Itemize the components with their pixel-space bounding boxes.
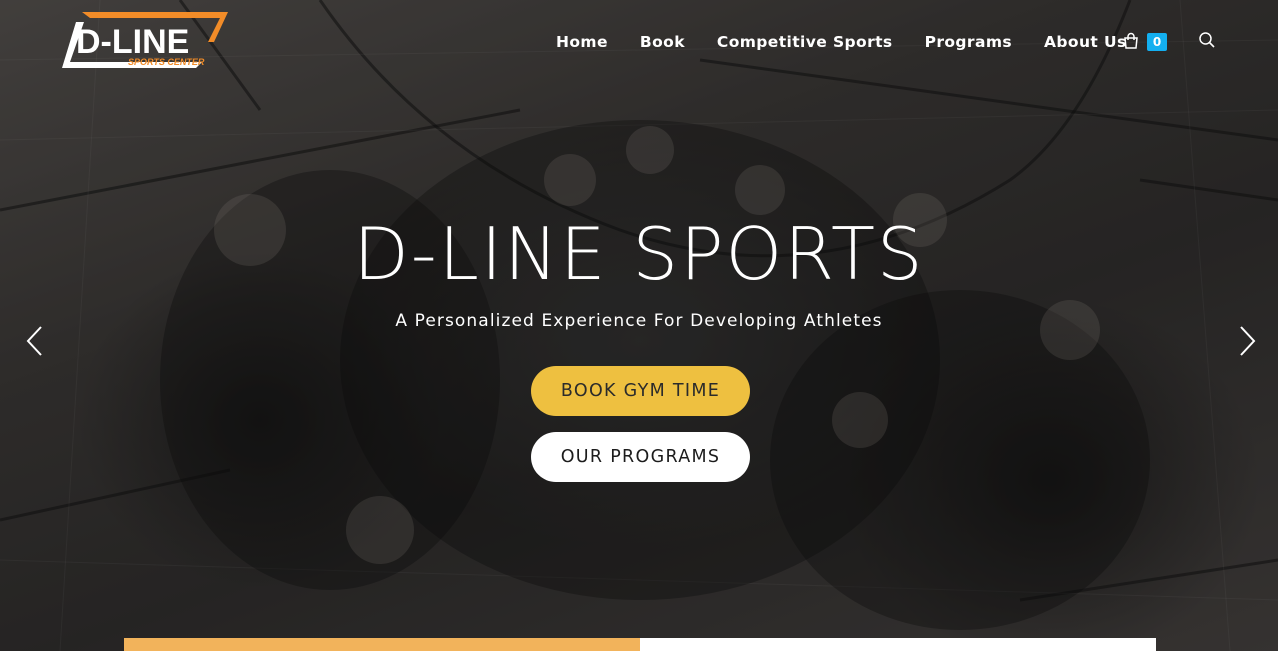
chevron-right-icon [1240,326,1256,356]
slider-prev-button[interactable] [21,323,49,359]
hero-subtitle: A Personalized Experience For Developing… [395,311,883,331]
feature-card-orange [124,638,640,651]
slider-next-button[interactable] [1233,323,1261,359]
logo-main-text: D-LINE [76,23,189,61]
nav-home[interactable]: Home [540,33,624,51]
nav-programs[interactable]: Programs [909,33,1028,51]
our-programs-button[interactable]: OUR PROGRAMS [531,432,750,482]
hero-slider: D-LINE SPORTS CENTER Home Book Competiti… [0,0,1278,651]
chevron-left-icon [26,326,42,356]
search-icon [1199,32,1215,48]
book-gym-time-button[interactable]: BOOK GYM TIME [531,366,750,416]
main-nav: Home Book Competitive Sports Programs Ab… [540,30,1143,54]
hero-title: D-LINE SPORTS [353,212,925,296]
nav-competitive-sports[interactable]: Competitive Sports [701,33,909,51]
shopping-bag-icon [1124,32,1138,49]
search-button[interactable] [1198,31,1216,53]
cart-count-badge: 0 [1147,33,1167,51]
logo-sub-text: SPORTS CENTER [128,57,205,67]
cart-button[interactable]: 0 [1122,30,1167,51]
d-line-logo[interactable]: D-LINE SPORTS CENTER [62,12,228,70]
nav-book[interactable]: Book [624,33,701,51]
feature-card-white [640,638,1156,651]
